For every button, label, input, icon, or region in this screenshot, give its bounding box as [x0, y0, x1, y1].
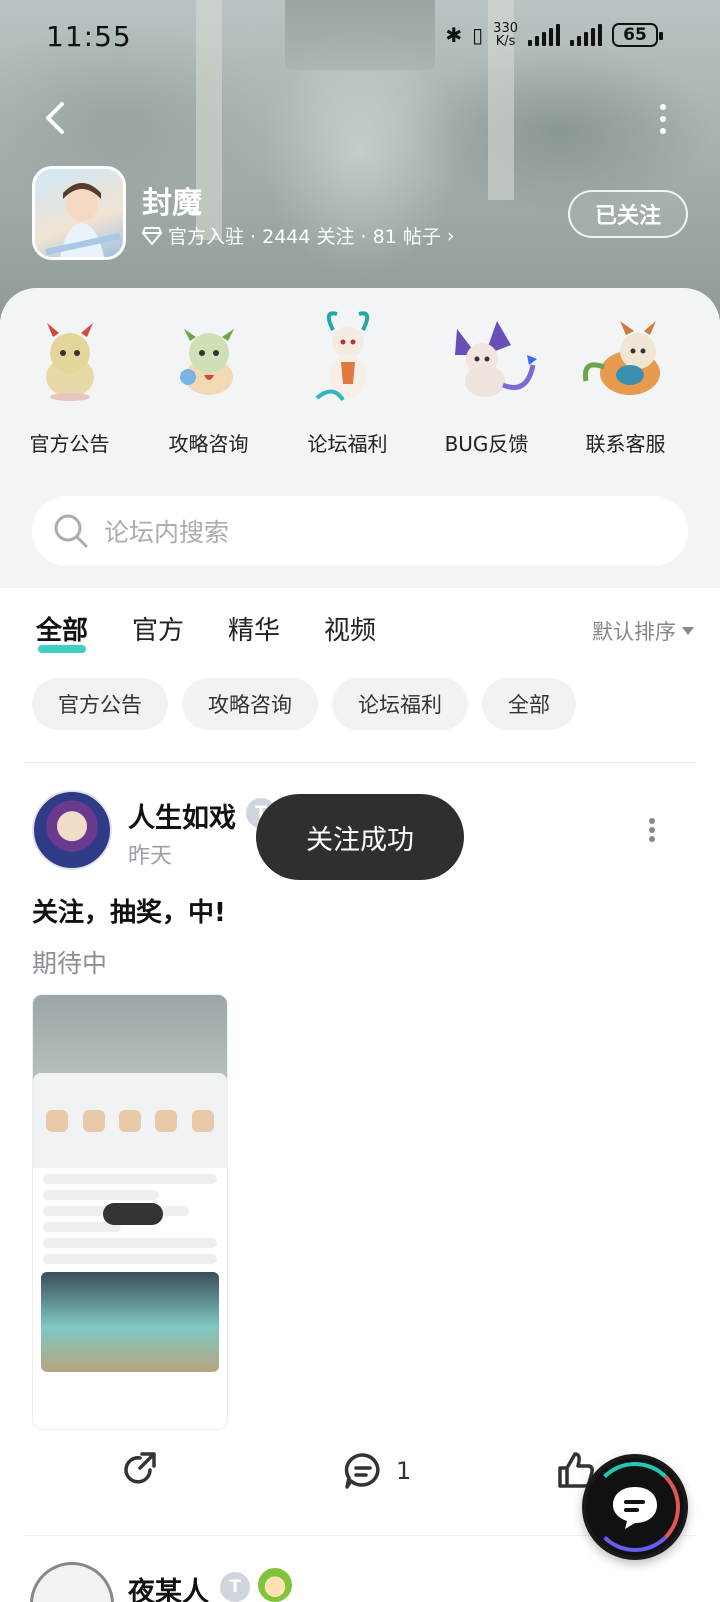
- chip-all[interactable]: 全部: [482, 678, 576, 730]
- category-label: 论坛福利: [307, 432, 388, 456]
- image-category-row: [33, 1073, 227, 1168]
- chevron-right-icon: ›: [446, 224, 455, 247]
- avatar[interactable]: [32, 790, 112, 870]
- sort-dropdown[interactable]: 默认排序: [592, 616, 694, 646]
- tab-featured[interactable]: 精华: [228, 610, 280, 647]
- status-bar: 11:55 ✱ ▯ 330 K/s 65: [0, 0, 720, 74]
- comment-icon: [344, 1453, 380, 1489]
- image-toast: [103, 1203, 163, 1225]
- status-icons: ✱ ▯ 330 K/s 65: [445, 22, 663, 48]
- category-label: 联系客服: [585, 432, 666, 456]
- forum-search-input[interactable]: 论坛内搜索: [32, 496, 688, 566]
- net-speed-unit: K/s: [495, 34, 516, 49]
- comment-count: 1: [396, 1457, 412, 1485]
- post-image[interactable]: [32, 994, 228, 1430]
- vibrate-icon: ▯: [472, 23, 484, 47]
- dragon-icon: [576, 310, 676, 410]
- chat-fab-button[interactable]: [582, 1454, 688, 1560]
- category-bug-feedback[interactable]: BUG反馈: [417, 310, 556, 457]
- game-meta-text: 官方入驻 · 2444 关注 · 81 帖子: [168, 226, 441, 248]
- toast-message: 关注成功: [256, 794, 464, 880]
- chip-forum-welfare[interactable]: 论坛福利: [332, 678, 468, 730]
- image-header-area: [33, 995, 227, 1081]
- user-level-badge: T: [220, 1572, 250, 1602]
- image-artwork: [41, 1272, 219, 1372]
- post-more-icon[interactable]: [648, 818, 656, 842]
- category-label: BUG反馈: [444, 432, 529, 456]
- post-author[interactable]: 人生如戏: [128, 796, 236, 835]
- game-title: 封魔: [142, 186, 202, 221]
- diamond-icon: [142, 226, 162, 245]
- chip-official-announcement[interactable]: 官方公告: [32, 678, 168, 730]
- post-title[interactable]: 关注，抽奖，中!: [32, 892, 226, 929]
- tab-video[interactable]: 视频: [324, 610, 376, 647]
- status-time: 11:55: [46, 20, 132, 53]
- dragon-icon: [298, 310, 398, 410]
- back-icon[interactable]: [36, 98, 76, 138]
- category-customer-service[interactable]: 联系客服: [556, 310, 695, 457]
- caret-down-icon: [682, 627, 694, 635]
- more-icon[interactable]: [658, 104, 668, 134]
- category-label: 攻略咨询: [168, 432, 249, 456]
- image-search-bar: [43, 1174, 217, 1184]
- image-post-text: [43, 1238, 217, 1248]
- category-row: 官方公告 攻略咨询 论坛福利 BUG反馈 联系客服: [0, 310, 720, 457]
- category-official-announcement[interactable]: 官方公告: [0, 310, 139, 457]
- category-forum-welfare[interactable]: 论坛福利: [278, 310, 417, 457]
- comment-button[interactable]: 1: [342, 1450, 411, 1492]
- post-body[interactable]: 期待中: [32, 944, 107, 980]
- search-placeholder: 论坛内搜索: [104, 518, 230, 547]
- tab-all[interactable]: 全部: [36, 610, 88, 653]
- forum-page: 11:55 ✱ ▯ 330 K/s 65 封魔 官方入驻 · 2444 关注 ·…: [0, 0, 720, 1602]
- filter-chips: 官方公告 攻略咨询 论坛福利 全部: [32, 678, 576, 730]
- sort-label: 默认排序: [592, 620, 676, 644]
- followed-button[interactable]: 已关注: [568, 190, 688, 238]
- divider: [24, 762, 696, 763]
- battery-level: 65: [623, 25, 647, 45]
- dragon-icon: [159, 310, 259, 410]
- share-icon: [124, 1452, 156, 1484]
- search-icon: [54, 514, 88, 548]
- battery-icon: 65: [612, 23, 663, 47]
- signal-icon: [528, 24, 560, 46]
- post-author[interactable]: 夜某人: [128, 1570, 209, 1602]
- chat-icon: [613, 1487, 657, 1529]
- category-label: 官方公告: [29, 432, 110, 456]
- dragon-icon: [437, 310, 537, 410]
- post-time: 昨天: [128, 844, 173, 869]
- post-tabs: 全部 官方 精华 视频: [36, 610, 376, 653]
- bluetooth-icon: ✱: [445, 23, 463, 47]
- decorative-avatar-icon: [258, 1568, 292, 1602]
- image-tab-row: [43, 1190, 160, 1200]
- avatar[interactable]: [30, 1562, 114, 1602]
- share-button[interactable]: [120, 1450, 160, 1490]
- dragon-icon: [20, 310, 120, 410]
- chip-strategy-consult[interactable]: 攻略咨询: [182, 678, 318, 730]
- game-icon[interactable]: [32, 166, 126, 260]
- tab-official[interactable]: 官方: [132, 610, 184, 647]
- game-meta[interactable]: 官方入驻 · 2444 关注 · 81 帖子 ›: [142, 222, 454, 249]
- net-speed: 330 K/s: [493, 22, 518, 48]
- signal-icon: [570, 24, 602, 46]
- image-post-text: [43, 1254, 217, 1264]
- category-strategy-consult[interactable]: 攻略咨询: [139, 310, 278, 457]
